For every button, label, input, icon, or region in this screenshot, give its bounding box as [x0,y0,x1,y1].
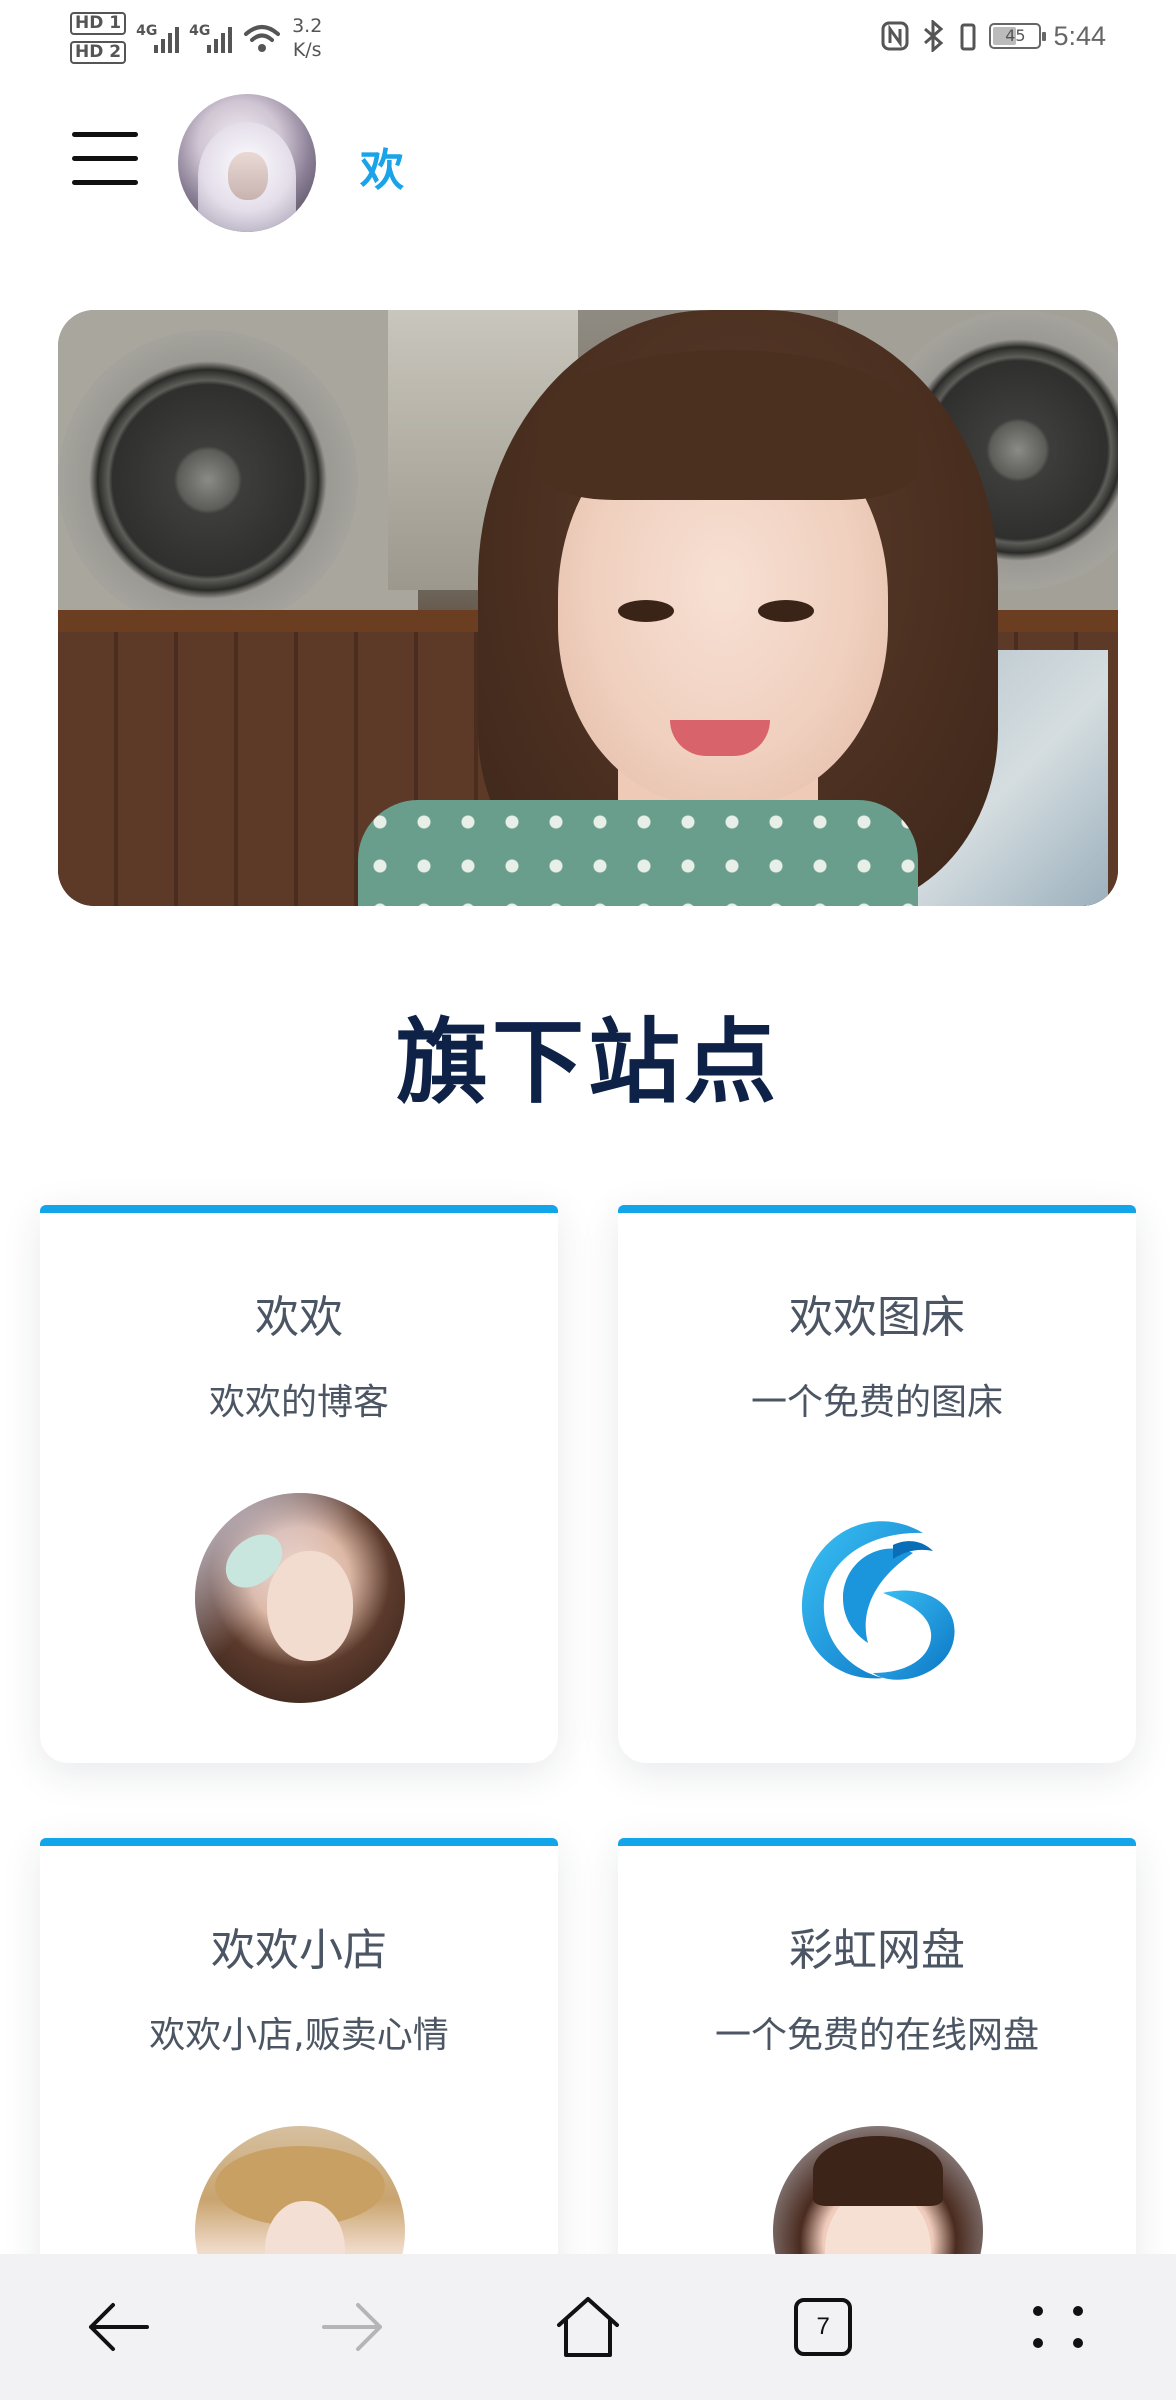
hd-badge-2: HD 2 [70,41,127,64]
hd-badge-1: HD 1 [70,12,127,35]
image-host-logo[interactable] [773,1493,983,1703]
vibrate-icon [960,23,976,51]
back-arrow-icon [88,2303,149,2351]
forward-button[interactable] [235,2254,470,2400]
bluetooth-icon [924,20,944,52]
site-card-description: 一个免费的图床 [750,1382,1003,1423]
site-card-description: 欢欢小店,贩卖心情 [149,2015,449,2056]
site-card-blog[interactable]: 欢欢 欢欢的博客 [40,1205,558,1763]
clock: 5:44 [1053,20,1106,51]
blog-avatar[interactable] [195,1493,405,1703]
status-left: HD 1 HD 2 4G 4G 3.2 K/s [70,8,322,68]
dual-sim-badges: HD 1 HD 2 [70,12,127,64]
status-right: 45 5:44 [881,16,1106,56]
swirl-logo-icon [801,1521,955,1680]
site-card-description: 欢欢的博客 [208,1382,389,1423]
home-icon [557,2297,619,2357]
signal-icon: 4G [189,23,233,53]
back-button[interactable] [0,2254,235,2400]
hamburger-menu-icon[interactable] [72,132,138,186]
home-button[interactable] [470,2254,705,2400]
profile-avatar[interactable] [178,94,316,232]
site-title[interactable]: 欢 [360,134,404,198]
site-card-title[interactable]: 欢欢图床 [618,1281,1136,1345]
section-title: 旗下站点 [395,1009,780,1116]
hero-banner-photo [58,310,1118,906]
more-icon [1033,2306,1084,2348]
forward-arrow-icon [321,2303,382,2351]
site-card-title[interactable]: 欢欢小店 [40,1914,558,1978]
browser-bottom-nav: 7 [0,2254,1176,2400]
signal-icon: 4G [136,23,180,53]
site-card-title[interactable]: 彩虹网盘 [618,1914,1136,1978]
network-speed-value: 3.2 [292,15,323,37]
site-card-description: 一个免费的在线网盘 [714,2015,1039,2056]
network-type-label: 4G [189,23,211,39]
tabs-icon: 7 [794,2298,853,2356]
more-button[interactable] [941,2254,1176,2400]
status-bar: HD 1 HD 2 4G 4G 3.2 K/s 45 5:44 [0,0,1176,70]
site-card-image-host[interactable]: 欢欢图床 一个免费的图床 [618,1205,1136,1763]
nfc-icon [881,21,909,51]
network-type-label: 4G [136,23,158,39]
network-speed: 3.2 K/s [292,14,322,62]
network-speed-unit: K/s [292,39,322,61]
wifi-icon [244,25,281,52]
battery-icon: 45 [989,23,1047,49]
battery-level: 45 [1005,26,1026,45]
tabs-button[interactable]: 7 [706,2254,941,2400]
site-card-title[interactable]: 欢欢 [40,1281,558,1345]
